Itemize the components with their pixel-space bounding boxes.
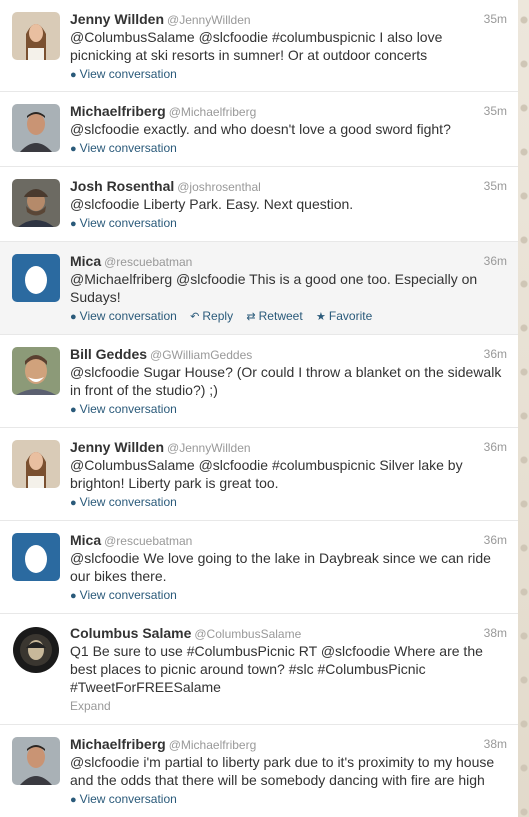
tweet-text: @slcfoodie Liberty Park. Easy. Next ques… xyxy=(70,196,354,212)
view-conversation-label: View conversation xyxy=(79,792,177,806)
tweet-item[interactable]: Columbus Salame @ColumbusSalame 38m Q1 Be… xyxy=(0,614,518,725)
view-conversation-link[interactable]: ● View conversation xyxy=(70,587,177,604)
tweet-text: @slcfoodie exactly. and who doesn't love… xyxy=(70,121,451,137)
tweet-author-handle[interactable]: @JennyWillden xyxy=(167,441,251,455)
tweet-author-name[interactable]: Michaelfriberg xyxy=(70,103,166,119)
retweet-label: Retweet xyxy=(258,309,303,323)
decorative-background-strip xyxy=(518,0,529,817)
view-conversation-link[interactable]: ● View conversation xyxy=(70,308,177,325)
tweet-timestamp[interactable]: 35m xyxy=(484,10,507,28)
avatar[interactable] xyxy=(12,533,60,581)
tweet-text: @slcfoodie Sugar House? (Or could I thro… xyxy=(70,364,502,398)
view-conversation-label: View conversation xyxy=(79,216,177,230)
tweet-timestamp[interactable]: 38m xyxy=(484,735,507,753)
tweet-timestamp[interactable]: 38m xyxy=(484,624,507,642)
tweet-text: @ColumbusSalame @slcfoodie #columbuspicn… xyxy=(70,29,443,63)
avatar[interactable] xyxy=(12,737,60,785)
speech-bubble-icon: ● xyxy=(70,794,77,806)
avatar[interactable] xyxy=(12,254,60,302)
favorite-button[interactable]: ★ Favorite xyxy=(316,308,372,325)
tweet-item[interactable]: Mica @rescuebatman 36m @Michaelfriberg @s… xyxy=(0,242,518,335)
tweet-author-handle[interactable]: @Michaelfriberg xyxy=(169,105,257,119)
tweet-item[interactable]: Michaelfriberg @Michaelfriberg 38m @slcfo… xyxy=(0,725,518,817)
view-conversation-link[interactable]: ● View conversation xyxy=(70,215,177,232)
favorite-label: Favorite xyxy=(328,309,373,323)
tweet-item[interactable]: Josh Rosenthal @joshrosenthal 35m @slcfoo… xyxy=(0,167,518,242)
tweet-author-name[interactable]: Jenny Willden xyxy=(70,11,164,27)
retweet-icon: ⇄ xyxy=(246,311,256,323)
avatar[interactable] xyxy=(12,440,60,488)
tweet-timestamp[interactable]: 35m xyxy=(484,102,507,120)
tweet-text: @slcfoodie We love going to the lake in … xyxy=(70,550,491,584)
tweet-text: @ColumbusSalame @slcfoodie #columbuspicn… xyxy=(70,457,463,491)
tweet-author-name[interactable]: Columbus Salame xyxy=(70,625,191,641)
tweet-author-handle[interactable]: @GWilliamGeddes xyxy=(150,348,252,362)
tweet-author-name[interactable]: Josh Rosenthal xyxy=(70,178,174,194)
tweet-timestamp[interactable]: 36m xyxy=(484,345,507,363)
speech-bubble-icon: ● xyxy=(70,69,77,81)
tweet-author-handle[interactable]: @joshrosenthal xyxy=(177,180,261,194)
tweet-author-name[interactable]: Michaelfriberg xyxy=(70,736,166,752)
tweet-item[interactable]: Jenny Willden @JennyWillden 35m @Columbus… xyxy=(0,0,518,92)
tweet-timestamp[interactable]: 36m xyxy=(484,252,507,270)
tweet-timestamp[interactable]: 36m xyxy=(484,438,507,456)
tweet-author-handle[interactable]: @JennyWillden xyxy=(167,13,251,27)
tweet-item[interactable]: Michaelfriberg @Michaelfriberg 35m @slcfo… xyxy=(0,92,518,167)
expand-link[interactable]: Expand xyxy=(70,698,506,714)
tweet-text: @Michaelfriberg @slcfoodie This is a goo… xyxy=(70,271,478,305)
tweet-author-name[interactable]: Mica xyxy=(70,532,101,548)
tweet-item[interactable]: Mica @rescuebatman 36m @slcfoodie We love… xyxy=(0,521,518,614)
tweet-item[interactable]: Jenny Willden @JennyWillden 36m @Columbus… xyxy=(0,428,518,521)
view-conversation-label: View conversation xyxy=(79,495,177,509)
reply-label: Reply xyxy=(202,309,234,323)
view-conversation-link[interactable]: ● View conversation xyxy=(70,791,177,808)
tweet-author-handle[interactable]: @ColumbusSalame xyxy=(194,627,301,641)
tweet-timestamp[interactable]: 35m xyxy=(484,177,507,195)
speech-bubble-icon: ● xyxy=(70,404,77,416)
speech-bubble-icon: ● xyxy=(70,311,77,323)
view-conversation-link[interactable]: ● View conversation xyxy=(70,494,177,511)
tweet-item[interactable]: Bill Geddes @GWilliamGeddes 36m @slcfoodi… xyxy=(0,335,518,428)
reply-arrow-icon: ↶ xyxy=(190,311,200,323)
view-conversation-label: View conversation xyxy=(79,402,177,416)
tweet-author-handle[interactable]: @Michaelfriberg xyxy=(169,738,257,752)
avatar[interactable] xyxy=(12,104,60,152)
view-conversation-link[interactable]: ● View conversation xyxy=(70,401,177,418)
tweet-author-handle[interactable]: @rescuebatman xyxy=(104,534,192,548)
view-conversation-link[interactable]: ● View conversation xyxy=(70,66,177,83)
avatar[interactable] xyxy=(12,179,60,227)
avatar[interactable] xyxy=(12,12,60,60)
view-conversation-label: View conversation xyxy=(79,588,177,602)
view-conversation-label: View conversation xyxy=(79,141,177,155)
speech-bubble-icon: ● xyxy=(70,590,77,602)
view-conversation-link[interactable]: ● View conversation xyxy=(70,140,177,157)
view-conversation-label: View conversation xyxy=(79,309,177,323)
reply-button[interactable]: ↶ Reply xyxy=(190,308,233,325)
tweet-timestamp[interactable]: 36m xyxy=(484,531,507,549)
tweet-author-name[interactable]: Jenny Willden xyxy=(70,439,164,455)
avatar[interactable] xyxy=(12,347,60,395)
tweet-text: @slcfoodie i'm partial to liberty park d… xyxy=(70,754,495,788)
tweet-author-name[interactable]: Bill Geddes xyxy=(70,346,147,362)
tweet-text: Q1 Be sure to use #ColumbusPicnic RT @sl… xyxy=(70,643,483,695)
tweet-author-handle[interactable]: @rescuebatman xyxy=(104,255,192,269)
retweet-button[interactable]: ⇄ Retweet xyxy=(246,308,302,325)
speech-bubble-icon: ● xyxy=(70,497,77,509)
tweet-author-name[interactable]: Mica xyxy=(70,253,101,269)
avatar[interactable] xyxy=(12,626,60,674)
speech-bubble-icon: ● xyxy=(70,218,77,230)
view-conversation-label: View conversation xyxy=(79,67,177,81)
speech-bubble-icon: ● xyxy=(70,143,77,155)
star-icon: ★ xyxy=(316,311,326,323)
tweet-feed: Jenny Willden @JennyWillden 35m @Columbus… xyxy=(0,0,519,817)
